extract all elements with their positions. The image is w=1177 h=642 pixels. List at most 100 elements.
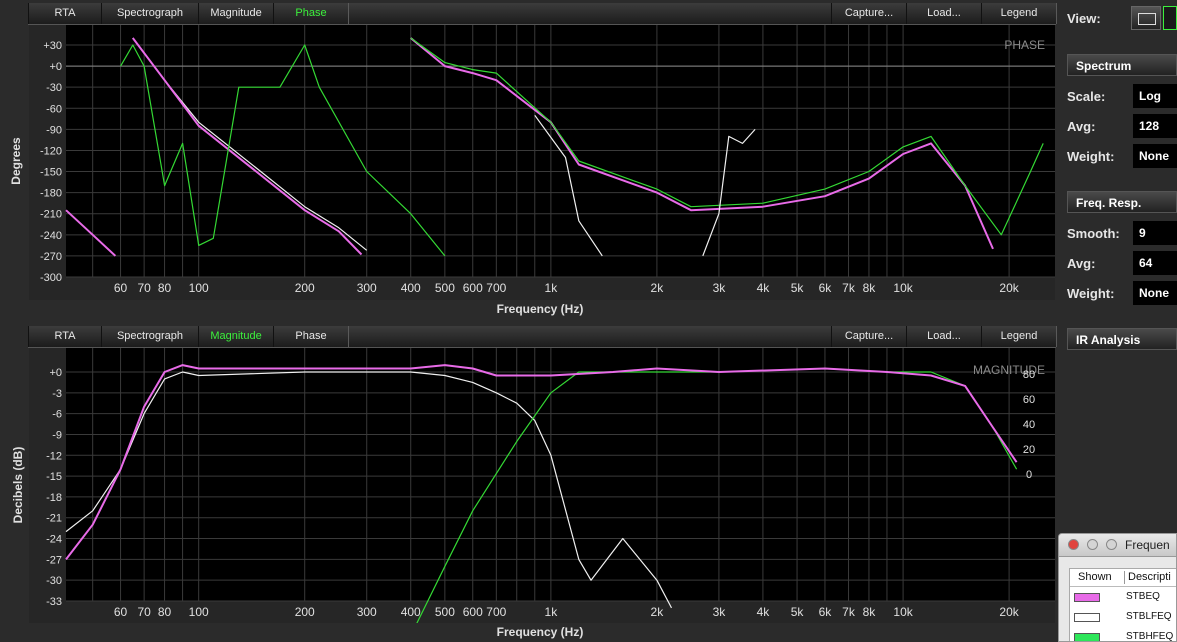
phase-capture-button[interactable]: Capture...	[831, 3, 907, 24]
phase-x-tick: 400	[401, 281, 421, 295]
freq-resp-header[interactable]: Freq. Resp.	[1067, 191, 1177, 213]
col-divider	[1124, 571, 1125, 584]
legend-window-titlebar[interactable]: Frequen	[1059, 534, 1176, 557]
phase-tab-rta[interactable]: RTA	[28, 3, 102, 24]
phase-x-tick: 8k	[863, 281, 877, 295]
spectrum-avg-field[interactable]: 128	[1133, 114, 1177, 138]
mag-x-tick: 20k	[999, 605, 1019, 619]
spectrum-avg-label: Avg:	[1067, 119, 1096, 134]
phase-y-tick: -300	[40, 272, 62, 284]
phase-tab-magnitude[interactable]: Magnitude	[198, 3, 274, 24]
legend-swatch[interactable]	[1074, 613, 1100, 622]
col-description[interactable]: Descripti	[1128, 571, 1171, 583]
zoom-icon[interactable]	[1106, 539, 1117, 550]
mag-y-tick: -15	[46, 471, 62, 483]
phase-x-tick: 80	[158, 281, 172, 295]
spectrum-weight-label: Weight:	[1067, 149, 1115, 164]
mag-right-tick: 40	[1023, 419, 1035, 431]
freq-weight-field[interactable]: None	[1133, 281, 1177, 305]
mag-x-tick: 600	[463, 605, 483, 619]
magnitude-chart: +0 -3 -6 -9 -12 -15 -18 -21 -24 -27 -30 -33 60 70 80 10…	[29, 348, 1055, 623]
legend-swatch[interactable]	[1074, 593, 1100, 602]
mag-y-tick: -12	[46, 450, 62, 462]
phase-tab-phase[interactable]: Phase	[273, 3, 349, 24]
phase-y-tick: -150	[40, 167, 62, 179]
phase-y-tick: +0	[49, 61, 62, 73]
close-icon[interactable]	[1068, 539, 1079, 550]
mag-tab-phase[interactable]: Phase	[273, 326, 349, 347]
phase-x-tick: 60	[114, 281, 128, 295]
mag-x-tick: 700	[486, 605, 506, 619]
view-split-button[interactable]	[1163, 6, 1177, 30]
view-label: View:	[1067, 11, 1101, 26]
mag-x-tick: 200	[295, 605, 315, 619]
mag-right-tick: 20	[1023, 444, 1035, 456]
legend-row-name: STBLFEQ	[1126, 611, 1172, 622]
single-view-icon	[1138, 13, 1156, 25]
minimize-icon[interactable]	[1087, 539, 1098, 550]
phase-x-tick: 4k	[757, 281, 771, 295]
mag-y-tick: -6	[52, 409, 62, 421]
phase-y-tick: -210	[40, 209, 62, 221]
phase-y-tick: -180	[40, 188, 62, 200]
smooth-field[interactable]: 9	[1133, 221, 1177, 245]
mag-y-tick: -18	[46, 492, 62, 504]
smooth-label: Smooth:	[1067, 226, 1120, 241]
phase-x-axis-label: Frequency (Hz)	[496, 302, 584, 316]
mag-x-tick: 6k	[819, 605, 833, 619]
mag-tab-rta[interactable]: RTA	[28, 326, 102, 347]
phase-tab-spectrograph[interactable]: Spectrograph	[101, 3, 199, 24]
legend-window-title: Frequen	[1125, 538, 1170, 552]
phase-chart: +30 +0 -30 -60 -90 -120 -150 -180 -210 -240 -270 -3…	[29, 25, 1055, 300]
phase-x-tick: 2k	[651, 281, 665, 295]
phase-legend-button[interactable]: Legend	[981, 3, 1057, 24]
phase-x-tick: 6k	[819, 281, 833, 295]
phase-y-tick: -120	[40, 145, 62, 157]
mag-x-tick: 80	[158, 605, 172, 619]
mag-tab-magnitude[interactable]: Magnitude	[198, 326, 274, 347]
mag-right-tick: 80	[1023, 369, 1035, 381]
mag-x-tick: 500	[435, 605, 455, 619]
legend-window: Frequen Shown Descripti STBEQ STBLFEQ ST…	[1058, 533, 1177, 642]
freq-weight-label: Weight:	[1067, 286, 1115, 301]
phase-tabbar: RTA Spectrograph Magnitude Phase Capture…	[28, 3, 1057, 25]
mag-legend-button[interactable]: Legend	[981, 326, 1057, 347]
mag-y-tick: -24	[46, 534, 62, 546]
mag-x-tick: 100	[189, 605, 209, 619]
mag-x-tick: 60	[114, 605, 128, 619]
mag-y-tick: -21	[46, 513, 62, 525]
header-rule	[1070, 586, 1176, 587]
spectrum-weight-field[interactable]: None	[1133, 144, 1177, 168]
phase-y-tick: -60	[46, 103, 62, 115]
ir-analysis-header[interactable]: IR Analysis	[1067, 328, 1177, 350]
phase-x-tick: 300	[357, 281, 377, 295]
mag-capture-button[interactable]: Capture...	[831, 326, 907, 347]
mag-x-tick: 5k	[791, 605, 805, 619]
legend-row[interactable]: STBEQ	[1070, 588, 1176, 608]
freq-avg-field[interactable]: 64	[1133, 251, 1177, 275]
phase-x-tick: 3k	[713, 281, 727, 295]
legend-row[interactable]: STBHFEQ	[1070, 628, 1176, 641]
mag-y-tick: -33	[46, 596, 62, 608]
phase-x-tick: 7k	[842, 281, 856, 295]
mag-y-tick: -27	[46, 554, 62, 566]
scale-field[interactable]: Log	[1133, 84, 1177, 108]
mag-tab-spectrograph[interactable]: Spectrograph	[101, 326, 199, 347]
spectrum-header[interactable]: Spectrum	[1067, 54, 1177, 76]
mag-right-tick: 60	[1023, 394, 1035, 406]
phase-load-button[interactable]: Load...	[906, 3, 982, 24]
mag-load-button[interactable]: Load...	[906, 326, 982, 347]
mag-x-tick: 300	[357, 605, 377, 619]
legend-table: Shown Descripti STBEQ STBLFEQ STBHFEQ	[1069, 568, 1176, 641]
phase-x-tick: 1k	[545, 281, 559, 295]
mag-x-tick: 7k	[842, 605, 856, 619]
mag-x-tick: 70	[137, 605, 151, 619]
col-shown[interactable]: Shown	[1078, 571, 1112, 583]
phase-x-tick: 10k	[893, 281, 913, 295]
legend-row-name: STBEQ	[1126, 591, 1160, 602]
mag-x-tick: 10k	[893, 605, 913, 619]
view-single-button[interactable]	[1131, 6, 1161, 30]
mag-y-tick: -9	[52, 429, 62, 441]
legend-swatch[interactable]	[1074, 633, 1100, 641]
legend-row[interactable]: STBLFEQ	[1070, 608, 1176, 628]
